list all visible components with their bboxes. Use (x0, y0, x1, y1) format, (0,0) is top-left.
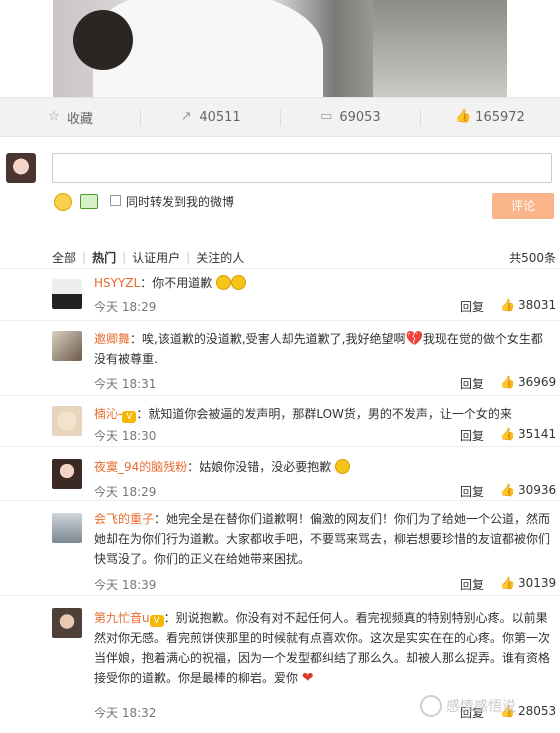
avatar[interactable] (52, 608, 82, 638)
wechat-logo-icon (420, 695, 442, 717)
filter-following[interactable]: 关注的人 (196, 249, 244, 266)
comment-username[interactable]: HSYYZL (94, 276, 140, 290)
emoji-icon (335, 459, 351, 474)
comment-like-count: 30936 (517, 483, 557, 497)
comment-like-button[interactable]: 👍 35141 (500, 427, 556, 441)
avatar[interactable] (52, 513, 82, 543)
avatar (6, 153, 36, 183)
comment-username[interactable]: 夜寞_94的脑残粉 (94, 460, 187, 474)
comment-time: 今天 18:29 (94, 485, 157, 499)
list-item: HSYYZL：你不用道歉 今天 18:29 回复 👍 38031 (0, 268, 560, 320)
broken-heart-icon: 💔 (405, 331, 423, 347)
comment-time: 今天 18:29 (94, 300, 157, 314)
thumbs-up-icon: 👍 (500, 576, 515, 590)
reply-button[interactable]: 回复 (460, 298, 484, 315)
submit-comment-button[interactable]: 评论 (492, 193, 554, 219)
repost-checkbox-label: 同时转发到我的微博 (126, 195, 235, 209)
heart-icon: ❤ (301, 670, 314, 686)
comment-text: ：姑娘你没错，没必要抱歉 (187, 460, 332, 474)
thumbs-up-icon: 👍 (500, 427, 515, 441)
comment-body: 邀卿舞：唉,该道歉的没道歉,受害人却先道歉了,我好绝望啊💔我现在觉的做个女生都没… (94, 329, 552, 369)
comment-body: HSYYZL：你不用道歉 (94, 273, 552, 293)
comment-like-count: 35141 (517, 427, 557, 441)
comment-time: 今天 18:39 (94, 578, 157, 592)
post-video-thumbnail[interactable] (0, 0, 560, 97)
filter-all[interactable]: 全部 (52, 249, 76, 266)
filter-separator: | (122, 250, 127, 264)
comment-like-count: 36969 (517, 375, 557, 389)
avatar[interactable] (52, 406, 82, 436)
comment-text: ：就知道你会被逼的发声明，那群LOW货，男的不发声，让一个女的来 (136, 407, 512, 421)
comment-filter-bar: 全部 | 热门 | 认证用户 | 关注的人 共500条 (52, 246, 556, 268)
avatar[interactable] (52, 331, 82, 361)
star-icon: ☆ (48, 109, 60, 124)
list-item: 夜寞_94的脑残粉：姑娘你没错，没必要抱歉 今天 18:29 回复 👍 30936 (0, 446, 560, 500)
comment-body: 夜寞_94的脑残粉：姑娘你没错，没必要抱歉 (94, 457, 552, 477)
comment-text: ：你不用道歉 (140, 276, 213, 290)
favorite-label: 收藏 (66, 111, 93, 127)
comment-compose: 同时转发到我的微博 评论 (0, 137, 560, 237)
filter-separator: | (82, 250, 87, 264)
like-count: 165972 (475, 109, 525, 125)
reply-button[interactable]: 回复 (460, 483, 484, 500)
filter-verified[interactable]: 认证用户 (132, 249, 180, 266)
thumbs-up-icon: 👍 (500, 298, 515, 312)
list-item: 邀卿舞：唉,该道歉的没道歉,受害人却先道歉了,我好绝望啊💔我现在觉的做个女生都没… (0, 320, 560, 395)
list-item: 楠沁- V ：就知道你会被逼的发声明，那群LOW货，男的不发声，让一个女的来 今天 … (0, 395, 560, 446)
reply-button[interactable]: 回复 (460, 427, 484, 444)
comment-time: 今天 18:30 (94, 429, 157, 443)
comment-username[interactable]: 楠沁- (94, 407, 122, 421)
comment-like-button[interactable]: 👍 36969 (500, 375, 556, 389)
avatar[interactable] (52, 459, 82, 489)
repost-count: 40511 (199, 109, 241, 125)
reply-button[interactable]: 回复 (460, 375, 484, 392)
comment-input[interactable] (52, 153, 552, 183)
thumbs-up-icon: 👍 (500, 483, 515, 497)
thumbs-up-icon: 👍 (455, 109, 472, 124)
watermark: 感情感悟说 (420, 691, 560, 721)
comment-time: 今天 18:32 (94, 706, 157, 720)
comment-username[interactable]: 第九忙音u (94, 611, 150, 625)
filter-hot[interactable]: 热门 (92, 249, 116, 266)
video-background (373, 0, 507, 97)
emoji-icon[interactable] (54, 193, 72, 211)
avatar[interactable] (52, 279, 82, 309)
member-badge-icon: V (149, 615, 164, 627)
video-frame[interactable] (53, 0, 507, 97)
comment-like-button[interactable]: 👍 30139 (500, 576, 556, 590)
comment-time: 今天 18:31 (94, 377, 157, 391)
comment-total: 共500条 (509, 250, 556, 265)
comment-count: 69053 (339, 109, 381, 125)
comment-body: 楠沁- V ：就知道你会被逼的发声明，那群LOW货，男的不发声，让一个女的来 (94, 404, 552, 424)
like-button[interactable]: 👍 165972 (420, 98, 560, 136)
comment-username[interactable]: 会飞的重子 (94, 512, 154, 526)
repost-checkbox[interactable] (110, 195, 121, 206)
thumbs-up-icon: 👍 (500, 375, 515, 389)
video-hair (73, 10, 133, 70)
comment-username[interactable]: 邀卿舞 (94, 332, 130, 346)
list-item: 会飞的重子：她完全是在替你们道歉啊！偏激的网友们！你们为了给她一个公道，然而她却… (0, 500, 560, 595)
watermark-text: 感情感悟说 (446, 699, 516, 715)
filter-separator: | (186, 250, 191, 264)
member-badge-icon: V (122, 411, 137, 423)
comment-like-button[interactable]: 👍 38031 (500, 298, 556, 312)
repost-button[interactable]: ↗ 40511 (140, 98, 280, 136)
comment-body: 会飞的重子：她完全是在替你们道歉啊！偏激的网友们！你们为了给她一个公道，然而她却… (94, 509, 552, 569)
comment-text: ：唉,该道歉的没道歉,受害人却先道歉了,我好绝望啊 (130, 332, 406, 346)
comment-button[interactable]: ▭ 69053 (280, 98, 420, 136)
comment-text: ：她完全是在替你们道歉啊！偏激的网友们！你们为了给她一个公道，然而她却在为你们行… (94, 512, 551, 566)
comment-body: 第九忙音u V ：别说抱歉。你没有对不起任何人。看完视频真的特别特别心疼。以前果然对… (94, 608, 552, 688)
favorite-button[interactable]: ☆ 收藏 (0, 98, 140, 136)
comment-icon: ▭ (320, 109, 333, 124)
repost-icon: ↗ (180, 109, 192, 124)
reply-button[interactable]: 回复 (460, 576, 484, 593)
post-action-bar: ☆ 收藏 ↗ 40511 ▭ 69053 👍 165972 (0, 97, 560, 137)
comment-like-count: 30139 (517, 576, 557, 590)
emoji-icon (216, 275, 232, 290)
comment-like-count: 38031 (517, 298, 557, 312)
image-icon[interactable] (80, 194, 98, 209)
comment-like-button[interactable]: 👍 30936 (500, 483, 556, 497)
emoji-icon (231, 275, 247, 290)
